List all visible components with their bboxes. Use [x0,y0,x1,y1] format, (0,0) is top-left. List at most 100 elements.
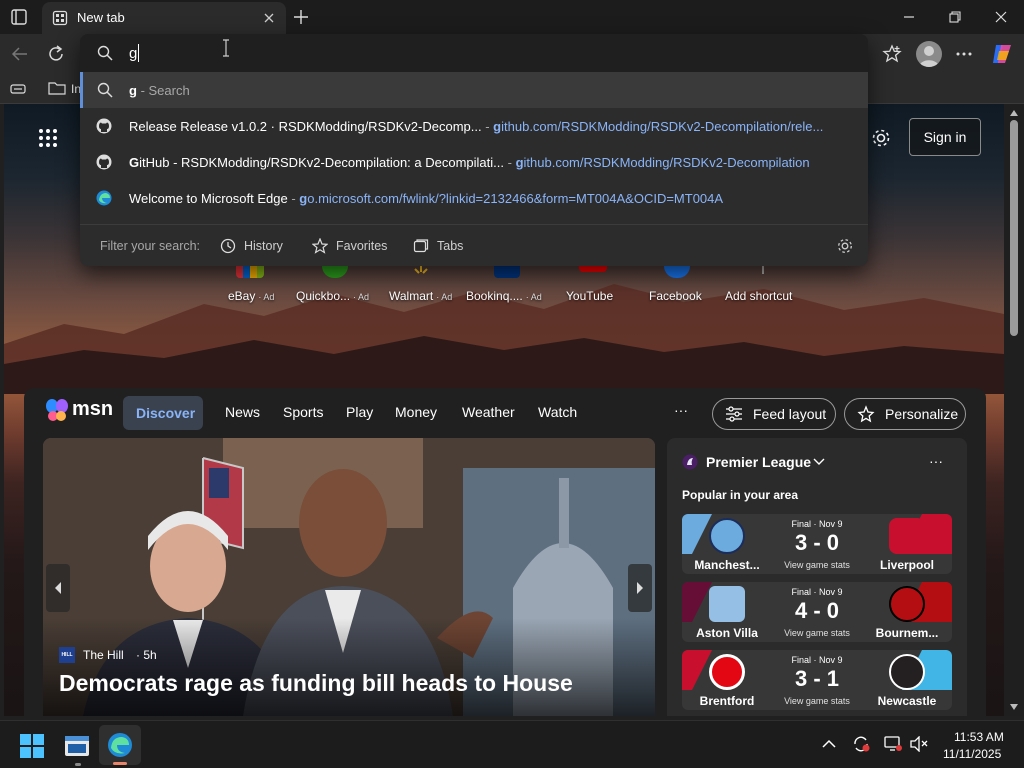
folder-icon[interactable] [48,80,66,96]
hero-headline[interactable]: Democrats rage as funding bill heads to … [59,670,573,697]
tab-sports[interactable]: Sports [283,404,323,420]
tab-news[interactable]: News [225,404,260,420]
network-icon[interactable] [884,736,902,752]
league-title[interactable]: Premier League [706,454,811,470]
carousel-next-button[interactable] [628,564,652,612]
close-tab-icon[interactable] [262,11,276,25]
scroll-up-icon[interactable] [1010,110,1018,116]
taskbar: 11:53 AM 11/11/2025 [0,720,1024,768]
walmart-icon[interactable] [408,266,434,278]
the-hill-logo: HILL [59,647,75,663]
carousel-prev-button[interactable] [46,564,70,612]
filter-tabs-button[interactable]: Tabs [413,237,463,255]
search-settings-icon[interactable] [836,237,854,255]
page-settings-icon[interactable] [870,127,892,149]
collections-icon[interactable] [10,81,26,97]
restore-button[interactable] [932,0,978,34]
apps-grid-icon[interactable] [38,128,58,148]
home-team: Aston Villa [696,626,758,640]
shortcut-youtube[interactable]: YouTube [566,289,613,303]
history-icon [220,238,236,254]
suggestion-github-release[interactable]: Release Release v1.0.2 · RSDKModding/RSD… [80,108,868,144]
filter-history-button[interactable]: History [220,237,283,255]
shortcut-walmart[interactable]: Walmart · Ad [389,289,452,303]
away-team: Liverpool [879,558,934,572]
profile-avatar[interactable] [916,41,942,67]
shortcut-facebook[interactable]: Facebook [649,289,702,303]
tab-play[interactable]: Play [346,404,373,420]
volume-muted-icon[interactable] [910,736,928,752]
personalize-button[interactable]: Personalize [844,398,966,430]
feed-layout-button[interactable]: Feed layout [712,398,836,430]
new-tab-button[interactable] [292,8,310,26]
match-card-3[interactable]: Brentford Newcastle Final · Nov 9 3 - 1 … [682,650,952,710]
tab-discover-label: Discover [136,405,196,421]
tab-title: New tab [77,10,125,25]
more-tabs-button[interactable]: ··· [674,402,688,418]
address-input[interactable]: g [129,45,137,62]
filter-tabs-label: Tabs [437,239,464,253]
match-card-2[interactable]: Aston Villa Bournem... Final · Nov 9 4 -… [682,582,952,642]
back-button[interactable] [10,44,30,64]
shortcut-add[interactable]: Add shortcut [725,289,792,303]
address-bar[interactable]: g [80,34,868,72]
filter-label: Filter your search: [100,239,201,253]
sign-in-button[interactable]: Sign in [909,118,981,156]
newcastle-crest-icon [889,654,925,690]
copilot-icon[interactable] [990,42,1014,66]
explorer-running-indicator [75,763,81,766]
text-cursor [138,44,139,62]
suggestion-github-repo[interactable]: GitHub - RSDKModding/RSDKv2-Decompilatio… [80,144,868,180]
home-team: Brentford [699,694,755,708]
tab-actions-icon[interactable] [10,8,28,26]
sync-icon[interactable] [852,735,870,753]
match-score: 4 - 0 [794,598,840,623]
sports-more-button[interactable]: ··· [929,453,943,469]
view-game-stats-link[interactable]: View game stats [772,560,862,570]
edge-active-indicator [113,762,127,765]
hero-source[interactable]: The Hill [83,648,124,662]
clock-date[interactable]: 11/11/2025 [943,747,1001,761]
match-score: 3 - 1 [794,666,840,691]
page-scrollbar[interactable] [1004,104,1024,716]
clock-time[interactable]: 11:53 AM [954,730,1004,744]
match-card-1[interactable]: Manchest... Liverpool Final · Nov 9 3 - … [682,514,952,574]
tab-new-tab[interactable]: New tab [42,2,286,34]
edge-icon [96,190,112,206]
scroll-down-icon[interactable] [1010,704,1018,710]
filter-favorites-button[interactable]: Favorites [312,237,387,255]
match-score: 3 - 0 [794,530,840,555]
tab-money[interactable]: Money [395,404,437,420]
chevron-down-icon[interactable] [813,458,825,466]
refresh-button[interactable] [46,44,66,64]
suggestion-search[interactable]: g - Search [80,72,868,108]
tab-watch[interactable]: Watch [538,404,577,420]
shortcut-booking[interactable]: Bookinq.... · Ad [466,289,542,303]
title-bar: New tab [0,0,1024,34]
close-window-button[interactable] [978,0,1024,34]
favorites-star-button[interactable] [882,44,902,64]
hero-news-card[interactable]: HILL The Hill · 5h Democrats rage as fun… [43,438,655,716]
minimize-button[interactable] [886,0,932,34]
booking-icon[interactable] [494,266,520,278]
shortcut-quickbooks[interactable]: Quickbo... · Ad [296,289,369,303]
scrollbar-thumb[interactable] [1010,120,1018,336]
view-game-stats-link[interactable]: View game stats [772,696,862,706]
suggestion-text: GitHub - RSDKModding/RSDKv2-Decompilatio… [129,155,810,170]
more-menu-icon[interactable] [954,44,974,64]
chevron-up-icon[interactable] [822,739,836,749]
edge-taskbar-button[interactable] [99,725,141,765]
windows-start-icon[interactable] [20,734,44,758]
view-game-stats-link[interactable]: View game stats [772,628,862,638]
tab-weather[interactable]: Weather [462,404,515,420]
match-status: Final · Nov 9 [791,519,843,529]
personalize-icon [857,405,875,423]
file-explorer-icon[interactable] [64,733,90,759]
youtube-icon[interactable] [579,266,607,272]
ebay-icon[interactable] [236,266,264,278]
search-icon [97,82,113,98]
shortcut-ebay[interactable]: eBay · Ad [228,289,274,303]
tab-discover[interactable]: Discover [123,396,203,430]
suggestion-edge-welcome[interactable]: Welcome to Microsoft Edge - go.microsoft… [80,180,868,216]
add-shortcut-icon[interactable] [750,266,776,278]
